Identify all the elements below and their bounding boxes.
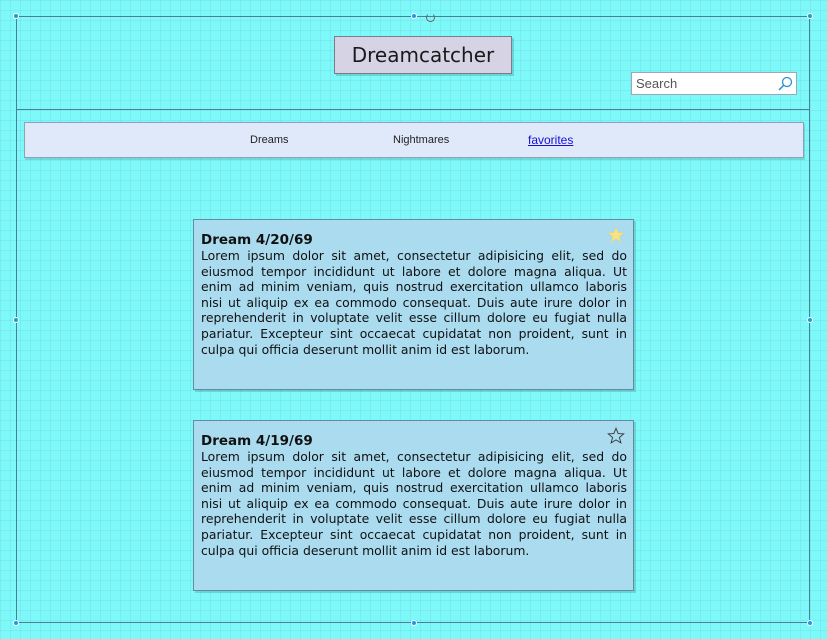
dream-body: Lorem ipsum dolor sit amet, consectetur … — [201, 449, 627, 558]
star-outline-icon[interactable] — [607, 427, 625, 445]
nav-bar: Dreams Nightmares favorites — [24, 122, 804, 158]
resize-handle-bottom-right[interactable] — [807, 620, 813, 626]
resize-handle-top-center[interactable] — [411, 13, 417, 19]
search-icon[interactable] — [776, 75, 794, 93]
resize-handle-middle-right[interactable] — [807, 317, 813, 323]
dream-title: Dream 4/20/69 — [201, 232, 313, 248]
dream-title: Dream 4/19/69 — [201, 433, 313, 449]
dream-card: Dream 4/19/69 Lorem ipsum dolor sit amet… — [193, 420, 634, 591]
nav-link-favorites[interactable]: favorites — [528, 133, 573, 147]
rotate-handle[interactable] — [426, 13, 435, 22]
dream-card: Dream 4/20/69 Lorem ipsum dolor sit amet… — [193, 219, 634, 390]
resize-handle-middle-left[interactable] — [13, 317, 19, 323]
header-divider — [16, 109, 810, 110]
dream-body: Lorem ipsum dolor sit amet, consectetur … — [201, 248, 627, 357]
resize-handle-top-left[interactable] — [13, 13, 19, 19]
star-filled-icon[interactable] — [607, 226, 625, 244]
search-box[interactable] — [631, 72, 797, 95]
search-input[interactable] — [632, 73, 776, 94]
resize-handle-bottom-center[interactable] — [411, 620, 417, 626]
app-title: Dreamcatcher — [334, 36, 512, 74]
nav-item-nightmares[interactable]: Nightmares — [393, 134, 449, 146]
resize-handle-bottom-left[interactable] — [13, 620, 19, 626]
nav-item-dreams[interactable]: Dreams — [250, 134, 289, 146]
resize-handle-top-right[interactable] — [807, 13, 813, 19]
